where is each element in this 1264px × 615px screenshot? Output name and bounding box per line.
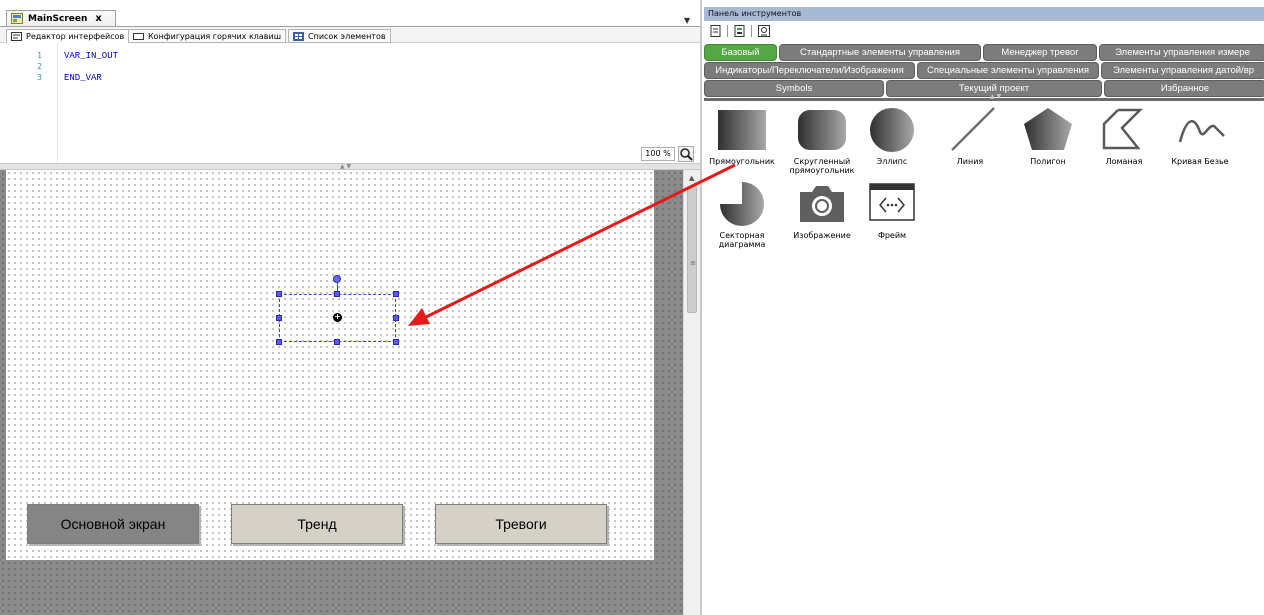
tab-element-list[interactable]: Список элементов xyxy=(288,29,391,43)
resize-handle-e[interactable] xyxy=(393,315,399,321)
tab-interface-editor[interactable]: Редактор интерфейсов xyxy=(6,29,130,43)
zoom-magnifier-icon[interactable] xyxy=(678,146,694,162)
polygon-icon xyxy=(1024,108,1072,150)
toolbar-separator xyxy=(751,25,752,37)
zoom-level[interactable]: 100 % xyxy=(641,147,675,161)
visualization-editor: MainScreen x ▼ Редактор интерфейсов Конф… xyxy=(0,0,700,615)
tab-list-dropdown-icon[interactable]: ▼ xyxy=(684,16,690,25)
alarms-button[interactable]: Тревоги xyxy=(435,504,607,544)
toolbox-view-icon[interactable] xyxy=(710,25,722,37)
category-special-controls[interactable]: Специальные элементы управления xyxy=(917,62,1099,79)
resize-handle-n[interactable] xyxy=(334,291,340,297)
tool-image[interactable]: Изображение xyxy=(782,180,862,240)
line-number: 3 xyxy=(37,73,42,82)
tab-label: Редактор интерфейсов xyxy=(26,31,125,41)
document-tab-mainscreen[interactable]: MainScreen x xyxy=(6,10,116,26)
toolbox-toolbar xyxy=(704,22,770,40)
tool-label: Эллипс xyxy=(876,157,908,166)
tool-rounded-rectangle[interactable]: Скругленный прямоугольник xyxy=(782,106,862,175)
tool-label: Изображение xyxy=(793,231,851,240)
toolbox-title: Панель инструментов xyxy=(704,7,1264,21)
category-indicators-switches-images[interactable]: Индикаторы/Переключатели/Изображения xyxy=(704,62,915,79)
line-number: 1 xyxy=(37,51,42,60)
tool-label: Прямоугольник xyxy=(709,157,775,166)
document-tabbar: MainScreen x ▼ xyxy=(0,6,700,26)
app-root: MainScreen x ▼ Редактор интерфейсов Конф… xyxy=(0,0,1264,615)
tool-label: Фрейм xyxy=(877,231,907,240)
bezier-curve-icon xyxy=(1178,120,1225,143)
rotation-handle[interactable] xyxy=(333,275,341,283)
toolbar-separator xyxy=(727,25,728,37)
splitter-grip-icon: ▲ ▼ xyxy=(340,163,352,170)
resize-handle-w[interactable] xyxy=(276,315,282,321)
category-favorites[interactable]: Избранное xyxy=(1104,80,1264,97)
visualization-canvas[interactable] xyxy=(6,170,654,560)
tool-label: Линия xyxy=(956,157,984,166)
scrollbar-thumb[interactable]: ≡ xyxy=(687,186,697,313)
resize-handle-s[interactable] xyxy=(334,339,340,345)
tool-label: Скругленный прямоугольник xyxy=(789,157,855,175)
resize-handle-nw[interactable] xyxy=(276,291,282,297)
pie-icon xyxy=(720,182,764,226)
tool-pie[interactable]: Секторная диаграмма xyxy=(702,180,782,249)
trend-button[interactable]: Тренд xyxy=(231,504,403,544)
interface-editor-icon xyxy=(11,31,22,41)
tool-polyline[interactable]: Ломаная xyxy=(1084,106,1164,166)
tab-label: Конфигурация горячих клавиш xyxy=(148,31,282,41)
code-line[interactable]: VAR_IN_OUT xyxy=(64,51,118,61)
document-tab-title: MainScreen xyxy=(28,13,88,24)
tool-bezier-curve[interactable]: Кривая Безье xyxy=(1160,106,1240,166)
category-measurement-controls[interactable]: Элементы управления измере xyxy=(1099,44,1264,61)
vertical-scrollbar[interactable]: ▲ ≡ xyxy=(683,170,700,615)
tool-ellipse[interactable]: Эллипс xyxy=(852,106,932,166)
category-datetime-controls[interactable]: Элементы управления датой/вр xyxy=(1101,62,1264,79)
camera-icon xyxy=(800,186,844,222)
resize-handle-ne[interactable] xyxy=(393,291,399,297)
line-icon xyxy=(951,107,995,151)
tool-frame[interactable]: Фрейм xyxy=(852,180,932,240)
polyline-icon xyxy=(1102,108,1144,150)
scroll-up-icon[interactable]: ▲ xyxy=(689,174,694,182)
tool-rectangle[interactable]: Прямоугольник xyxy=(702,106,782,166)
toolbox-search-icon[interactable] xyxy=(758,25,770,37)
resize-handle-se[interactable] xyxy=(393,339,399,345)
tool-line[interactable]: Линия xyxy=(930,106,1010,166)
editor-subtabs: Редактор интерфейсов Конфигурация горячи… xyxy=(0,26,700,43)
tab-label: Список элементов xyxy=(308,31,386,41)
ellipse-icon xyxy=(870,108,914,152)
category-alarm-manager[interactable]: Менеджер тревог xyxy=(983,44,1097,61)
visualization-icon xyxy=(11,13,23,24)
tool-label: Ломаная xyxy=(1105,157,1143,166)
toolbox-panel: Панель инструментов Базовый Стандартные … xyxy=(700,0,1264,615)
center-point-icon[interactable]: + xyxy=(333,313,342,322)
canvas-viewport xyxy=(0,170,683,615)
code-line[interactable]: END_VAR xyxy=(64,73,102,83)
tool-polygon[interactable]: Полигон xyxy=(1008,106,1088,166)
category-grip-icon: ▲ ▼ xyxy=(990,93,1002,100)
category-basic[interactable]: Базовый xyxy=(704,44,777,61)
tool-label: Секторная диаграмма xyxy=(718,231,766,249)
line-number: 2 xyxy=(37,62,42,71)
keyboard-icon xyxy=(133,32,144,40)
main-screen-button[interactable]: Основной экран xyxy=(27,504,199,544)
pane-splitter[interactable]: ▲ ▼ xyxy=(0,163,700,170)
frame-icon xyxy=(869,183,915,221)
toolbox-list-icon[interactable] xyxy=(734,25,746,37)
element-list-icon xyxy=(293,31,304,41)
tab-hotkeys-config[interactable]: Конфигурация горячих клавиш xyxy=(128,29,287,43)
close-icon[interactable]: x xyxy=(95,13,101,24)
category-standard-controls[interactable]: Стандартные элементы управления xyxy=(779,44,981,61)
resize-handle-sw[interactable] xyxy=(276,339,282,345)
category-symbols[interactable]: Symbols xyxy=(704,80,884,97)
grip-icon: ≡ xyxy=(690,259,696,267)
tool-label: Кривая Безье xyxy=(1171,157,1229,166)
fold-column xyxy=(46,43,58,163)
rectangle-icon xyxy=(718,110,766,150)
line-number-gutter: 1 2 3 xyxy=(0,43,46,163)
declaration-editor[interactable]: 1 2 3 VAR_IN_OUT END_VAR xyxy=(0,43,700,163)
category-divider xyxy=(704,98,1264,101)
rounded-rectangle-icon xyxy=(798,110,846,150)
tool-label: Полигон xyxy=(1030,157,1066,166)
